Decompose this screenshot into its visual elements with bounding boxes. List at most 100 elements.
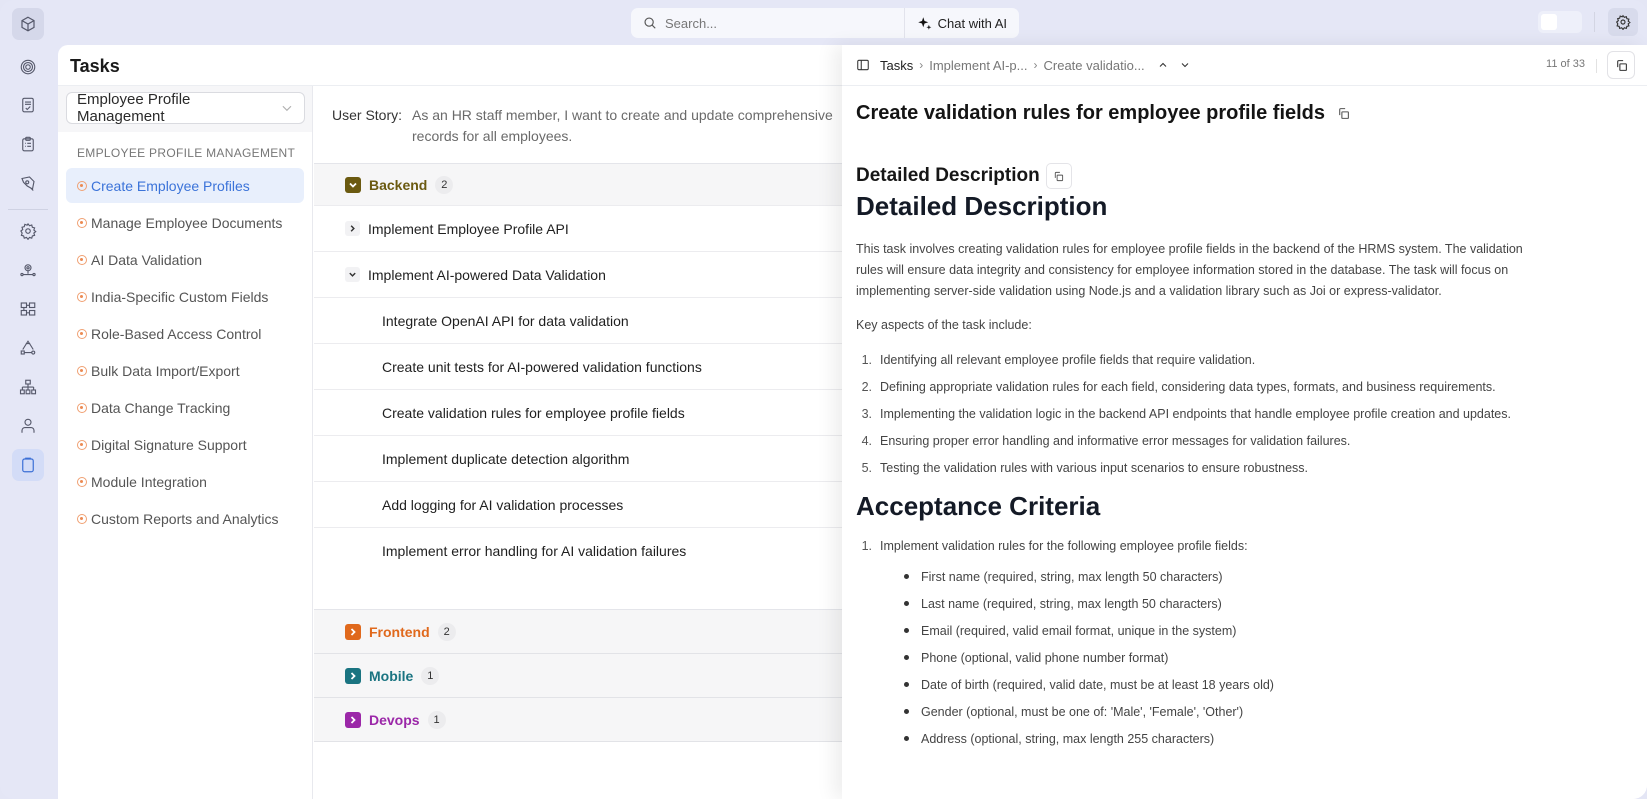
group-frontend[interactable]: Frontend 2 <box>314 610 904 654</box>
bullet-item: Date of birth (required, valid date, mus… <box>904 671 1633 698</box>
list-item-text: Ensuring proper error handling and infor… <box>880 433 1351 448</box>
story-item[interactable]: Bulk Data Import/Export <box>66 353 304 388</box>
global-search[interactable]: Search... Chat with AI <box>631 8 1019 38</box>
story-item[interactable]: Manage Employee Documents <box>66 205 304 240</box>
gear-icon[interactable] <box>12 215 44 247</box>
story-label: Role-Based Access Control <box>91 325 262 342</box>
subtask-row[interactable]: Implement error handling for AI validati… <box>314 528 904 574</box>
chevron-down-icon[interactable] <box>1179 59 1191 71</box>
chevron-down-icon[interactable] <box>345 267 360 282</box>
search-placeholder: Search... <box>665 15 718 31</box>
story-item[interactable]: Custom Reports and Analytics <box>66 501 304 536</box>
bullet-item: Email (required, valid email format, uni… <box>904 617 1633 644</box>
list-item-text: Testing the validation rules with variou… <box>880 460 1309 475</box>
story-status-icon <box>77 180 87 191</box>
bullet-item: Address (optional, string, max length 25… <box>904 725 1633 752</box>
list-item: 5. Testing the validation rules with vari… <box>861 460 1309 475</box>
theme-toggle[interactable] <box>1538 11 1582 33</box>
group-name: Backend <box>369 176 428 193</box>
workflow-icon[interactable] <box>12 293 44 325</box>
pen-tool-icon[interactable] <box>12 167 44 199</box>
breadcrumb-item[interactable]: Tasks <box>880 58 913 73</box>
rail-divider <box>8 209 48 210</box>
copy-icon <box>1055 171 1064 181</box>
bullet-text: Address (optional, string, max length 25… <box>921 731 1215 746</box>
epic-dropdown[interactable]: Employee Profile Management <box>66 91 305 125</box>
story-item[interactable]: India-Specific Custom Fields <box>66 279 304 314</box>
task-row[interactable]: Implement Employee Profile API <box>314 206 904 252</box>
bullet-text: Email (required, valid email format, uni… <box>921 623 1237 638</box>
story-sidebar: Employee Profile Management EMPLOYEE PRO… <box>58 86 313 799</box>
copy-icon[interactable] <box>1337 107 1350 120</box>
story-status-icon <box>77 217 87 228</box>
story-item[interactable]: Create Employee Profiles <box>66 168 304 203</box>
sidebar-toggle-icon[interactable] <box>856 58 870 72</box>
subtask-row[interactable]: Implement duplicate detection algorithm <box>314 436 904 482</box>
story-item[interactable]: Role-Based Access Control <box>66 316 304 351</box>
key-aspects-list: 1. Identifying all relevant employee prof… <box>856 346 1633 481</box>
triangle-nodes-icon[interactable] <box>12 332 44 364</box>
story-status-icon <box>77 254 87 265</box>
breadcrumb-item[interactable]: Create validatio... <box>1044 58 1145 73</box>
search-input[interactable]: Search... <box>631 16 904 31</box>
group-mobile[interactable]: Mobile 1 <box>314 654 904 698</box>
task-counter: 11 of 33 <box>1546 58 1585 70</box>
acceptance-criteria-h1: Acceptance Criteria <box>856 491 1101 521</box>
subtask-label: Create validation rules for employee pro… <box>382 404 685 421</box>
bullet-text: First name (required, string, max length… <box>921 569 1223 584</box>
copy-button[interactable] <box>1607 51 1635 79</box>
description-text: This task involves creating validation r… <box>856 242 1523 298</box>
list-item: 1. Implement validation rules for the fol… <box>861 539 1248 553</box>
subtask-row[interactable]: Create validation rules for employee pro… <box>314 390 904 436</box>
list-item: 3. Implementing the validation logic in t… <box>861 406 1511 421</box>
group-count-badge: 2 <box>437 622 456 641</box>
task-board: User Story: As an HR staff member, I wan… <box>314 86 904 799</box>
copy-description-button[interactable] <box>1045 163 1072 189</box>
subtask-row[interactable]: Add logging for AI validation processes <box>314 482 904 528</box>
list-item-text: Implement validation rules for the follo… <box>880 539 1248 553</box>
subtask-row[interactable]: Create unit tests for AI-powered validat… <box>314 344 904 390</box>
story-item[interactable]: Digital Signature Support <box>66 427 304 462</box>
gear-network-icon[interactable] <box>12 254 44 286</box>
settings-button[interactable] <box>1608 8 1638 36</box>
group-count-badge: 1 <box>421 666 440 685</box>
chevron-up-icon[interactable] <box>1157 59 1169 71</box>
chevron-right-icon[interactable] <box>345 221 360 236</box>
bullet-item: Phone (optional, valid phone number form… <box>904 644 1633 671</box>
subtask-label: Add logging for AI validation processes <box>382 496 624 513</box>
group-count-badge: 2 <box>435 175 454 194</box>
clipboard-icon[interactable] <box>12 449 44 481</box>
breadcrumb-item[interactable]: Implement AI-p... <box>929 58 1027 73</box>
story-label: AI Data Validation <box>91 251 203 268</box>
chevron-right-icon <box>345 711 361 728</box>
task-title: Create validation rules for employee pro… <box>856 102 1326 124</box>
group-backend[interactable]: Backend 2 <box>314 164 904 206</box>
chevron-down-icon <box>345 176 361 193</box>
story-label: Data Change Tracking <box>91 399 231 416</box>
chevron-right-icon: › <box>919 58 924 72</box>
story-item[interactable]: Data Change Tracking <box>66 390 304 425</box>
cube-icon[interactable] <box>12 8 44 40</box>
user-icon[interactable] <box>12 410 44 442</box>
checklist-doc-icon[interactable] <box>12 89 44 121</box>
subtask-row[interactable]: Integrate OpenAI API for data validation <box>314 298 904 344</box>
target-icon[interactable] <box>12 51 44 83</box>
story-status-icon <box>77 328 87 339</box>
chat-with-ai-button[interactable]: Chat with AI <box>905 16 1019 31</box>
org-chart-icon[interactable] <box>12 371 44 403</box>
story-item[interactable]: AI Data Validation <box>66 242 304 277</box>
task-label: Implement AI-powered Data Validation <box>368 266 606 283</box>
story-item[interactable]: Module Integration <box>66 464 304 499</box>
clipboard-list-icon[interactable] <box>12 128 44 160</box>
user-story-label: User Story: <box>332 107 403 123</box>
subtask-label: Implement error handling for AI validati… <box>382 543 687 559</box>
story-label: Module Integration <box>91 473 207 490</box>
header-divider <box>1596 59 1597 73</box>
task-row[interactable]: Implement AI-powered Data Validation <box>314 252 904 298</box>
story-status-icon <box>77 476 87 487</box>
group-devops[interactable]: Devops 1 <box>314 698 904 742</box>
user-story: User Story: As an HR staff member, I wan… <box>314 86 904 164</box>
list-item-text: Implementing the validation logic in the… <box>880 406 1511 421</box>
description-heading-row: Detailed Description <box>856 163 1633 189</box>
story-status-icon <box>77 439 87 450</box>
